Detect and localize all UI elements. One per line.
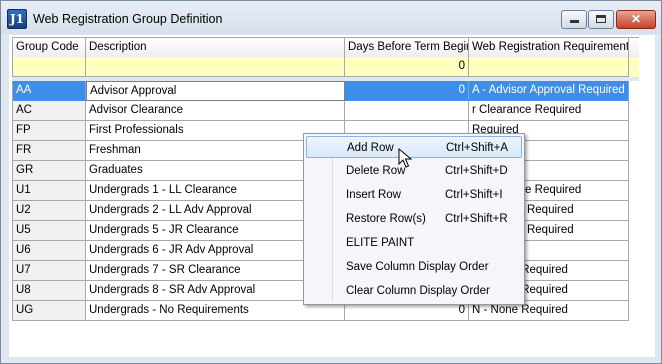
filter-description[interactable]: [86, 57, 345, 77]
filter-row: 0: [12, 57, 639, 77]
context-menu-item[interactable]: Insert Row Ctrl+Shift+I: [306, 184, 522, 206]
menu-item-label: Clear Column Display Order: [346, 285, 490, 297]
maximize-icon: [596, 15, 606, 23]
menu-item-label: Insert Row: [346, 189, 401, 201]
window-title: Web Registration Group Definition: [33, 12, 223, 26]
app-j1-icon[interactable]: J1: [7, 9, 27, 29]
mouse-pointer-icon: [398, 148, 413, 168]
cell-group-code[interactable]: FP: [13, 121, 86, 141]
menu-item-label: ELITE PAINT: [346, 237, 415, 249]
menu-item-label: Add Row: [347, 142, 394, 154]
context-menu: Add Row Ctrl+Shift+A Delete Row Ctrl+Shift+…: [303, 133, 525, 305]
cell-group-code[interactable]: U7: [13, 261, 86, 281]
close-icon: ✕: [630, 12, 642, 26]
maximize-button[interactable]: [588, 10, 614, 29]
cell-group-code[interactable]: AC: [13, 101, 86, 121]
context-menu-item[interactable]: ELITE PAINT: [306, 232, 522, 254]
column-header-days[interactable]: Days Before Term Begin: [345, 38, 469, 58]
context-menu-item[interactable]: Restore Row(s) Ctrl+Shift+R: [306, 208, 522, 230]
cell-description[interactable]: Advisor Clearance: [86, 101, 345, 121]
grid-area: Group Code Description Days Before Term …: [9, 35, 655, 357]
context-menu-item[interactable]: Delete Row Ctrl+Shift+D: [306, 160, 522, 182]
context-menu-item[interactable]: Save Column Display Order: [306, 256, 522, 278]
cell-days[interactable]: [345, 101, 469, 121]
cell-group-code[interactable]: AA: [13, 81, 86, 101]
table-row[interactable]: AA Advisor Approval 0 A - Advisor Approval …: [12, 81, 639, 101]
context-menu-item[interactable]: Clear Column Display Order: [306, 280, 522, 302]
close-button[interactable]: ✕: [616, 10, 656, 29]
cell-group-code[interactable]: U6: [13, 241, 86, 261]
cell-group-code[interactable]: U5: [13, 221, 86, 241]
menu-item-label: Delete Row: [346, 165, 406, 177]
cell-description[interactable]: Advisor Approval: [86, 81, 345, 101]
cell-group-code[interactable]: UG: [13, 301, 86, 321]
cell-group-code[interactable]: FR: [13, 141, 86, 161]
context-menu-item[interactable]: Add Row Ctrl+Shift+A: [306, 136, 522, 158]
cell-group-code[interactable]: U1: [13, 181, 86, 201]
filter-requirement[interactable]: [469, 57, 629, 77]
cell-requirement[interactable]: A - Advisor Approval Required: [469, 81, 629, 101]
cell-group-code[interactable]: U8: [13, 281, 86, 301]
menu-item-shortcut: Ctrl+Shift+D: [445, 165, 508, 177]
filter-group-code[interactable]: [13, 57, 86, 77]
cell-group-code[interactable]: U2: [13, 201, 86, 221]
cell-group-code[interactable]: GR: [13, 161, 86, 181]
column-header-requirement[interactable]: Web Registration Requirement: [469, 38, 629, 58]
menu-item-shortcut: Ctrl+Shift+A: [446, 142, 508, 154]
menu-item-shortcut: Ctrl+Shift+I: [445, 189, 503, 201]
grid-header: Group Code Description Days Before Term …: [12, 37, 639, 58]
table-row[interactable]: AC Advisor Clearance r Clearance Required: [12, 101, 639, 121]
menu-item-label: Restore Row(s): [346, 213, 426, 225]
title-bar[interactable]: J1 Web Registration Group Definition ✕: [1, 1, 661, 34]
main-window: J1 Web Registration Group Definition ✕ G…: [0, 0, 662, 364]
cell-requirement[interactable]: r Clearance Required: [469, 101, 629, 121]
filter-days[interactable]: 0: [345, 57, 469, 77]
column-header-group-code[interactable]: Group Code: [13, 38, 86, 58]
minimize-icon: [569, 20, 579, 23]
cell-days[interactable]: 0: [345, 81, 469, 101]
menu-item-shortcut: Ctrl+Shift+R: [445, 213, 508, 225]
menu-item-label: Save Column Display Order: [346, 261, 489, 273]
minimize-button[interactable]: [561, 10, 587, 29]
column-header-description[interactable]: Description: [86, 38, 345, 58]
